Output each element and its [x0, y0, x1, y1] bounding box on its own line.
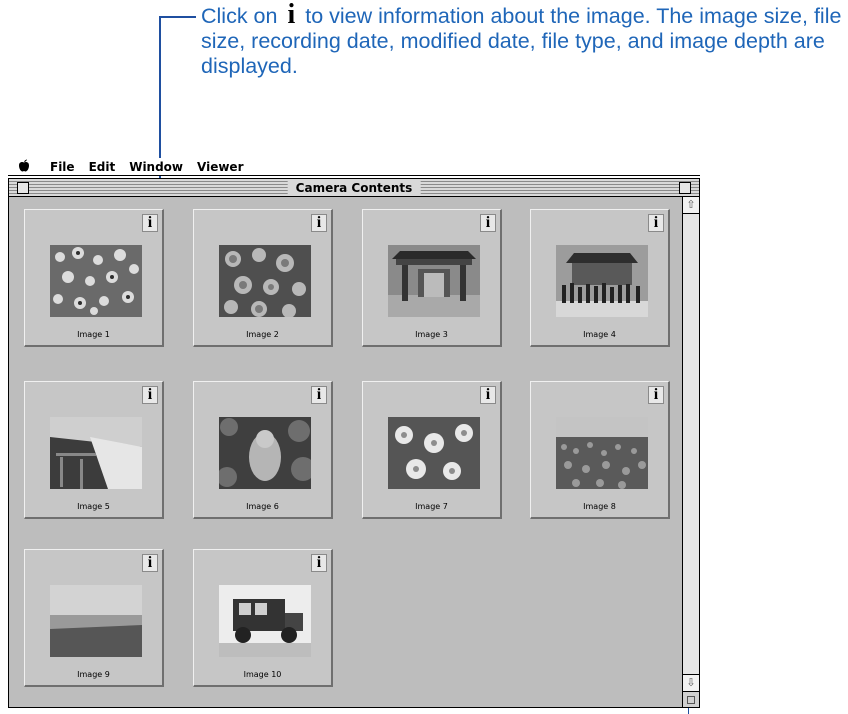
- resize-icon[interactable]: [683, 691, 699, 707]
- thumbnail-tile[interactable]: i Image 3: [362, 209, 502, 347]
- photo-thumbnail-crowd[interactable]: [556, 245, 648, 317]
- menu-bar: File Edit Window Viewer: [8, 158, 700, 176]
- photo-thumbnail-seaside[interactable]: [50, 585, 142, 657]
- thumbnail-tile[interactable]: i Image 1: [24, 209, 164, 347]
- photo-thumbnail-flowers[interactable]: [219, 245, 311, 317]
- down-arrow-icon[interactable]: ⇩: [683, 674, 699, 691]
- image-label: Image 9: [77, 670, 110, 679]
- thumbnail-tile[interactable]: i Image 4: [530, 209, 670, 347]
- camera-contents-window: Camera Contents i Image 1 i Image 2 i Im…: [8, 178, 700, 708]
- photo-thumbnail-truck[interactable]: [219, 585, 311, 657]
- photo-thumbnail-flowers[interactable]: [50, 245, 142, 317]
- thumbnail-tile[interactable]: i Image 6: [193, 381, 333, 519]
- info-button[interactable]: i: [142, 386, 158, 404]
- zoom-box-icon[interactable]: [679, 182, 691, 194]
- info-callout: Click on i to view information about the i…: [201, 0, 846, 79]
- info-button[interactable]: i: [480, 386, 496, 404]
- title-bar[interactable]: Camera Contents: [9, 179, 699, 197]
- image-label: Image 2: [246, 330, 279, 339]
- image-label: Image 7: [415, 502, 448, 511]
- menu-file[interactable]: File: [50, 160, 75, 174]
- info-button[interactable]: i: [311, 386, 327, 404]
- info-button[interactable]: i: [480, 214, 496, 232]
- vertical-scrollbar[interactable]: ⇧ ⇩: [682, 197, 699, 707]
- apple-icon[interactable]: [12, 159, 36, 175]
- info-button[interactable]: i: [311, 554, 327, 572]
- thumbnail-tile[interactable]: i Image 8: [530, 381, 670, 519]
- info-button[interactable]: i: [142, 214, 158, 232]
- thumbnail-tile[interactable]: i Image 9: [24, 549, 164, 687]
- image-label: Image 8: [583, 502, 616, 511]
- image-label: Image 4: [583, 330, 616, 339]
- thumbnail-tile[interactable]: i Image 2: [193, 209, 333, 347]
- menu-viewer[interactable]: Viewer: [197, 160, 243, 174]
- photo-thumbnail-statue[interactable]: [219, 417, 311, 489]
- photo-thumbnail-daisies[interactable]: [388, 417, 480, 489]
- photo-thumbnail-shrine-gate[interactable]: [388, 245, 480, 317]
- info-icon: i: [287, 0, 296, 30]
- info-button[interactable]: i: [648, 214, 664, 232]
- menu-edit[interactable]: Edit: [89, 160, 116, 174]
- info-button[interactable]: i: [311, 214, 327, 232]
- image-label: Image 3: [415, 330, 448, 339]
- callout-text-after: to view information about the image. The…: [201, 4, 842, 78]
- image-label: Image 5: [77, 502, 110, 511]
- image-label: Image 10: [243, 670, 282, 679]
- info-button[interactable]: i: [648, 386, 664, 404]
- image-label: Image 1: [77, 330, 110, 339]
- photo-thumbnail-waterfall[interactable]: [50, 417, 142, 489]
- thumbnail-tile[interactable]: i Image 7: [362, 381, 502, 519]
- photo-thumbnail-flower-field[interactable]: [556, 417, 648, 489]
- image-label: Image 6: [246, 502, 279, 511]
- close-box-icon[interactable]: [17, 182, 29, 194]
- up-arrow-icon[interactable]: ⇧: [683, 197, 699, 214]
- callout-text-before: Click on: [201, 4, 278, 28]
- thumbnail-tile[interactable]: i Image 10: [193, 549, 333, 687]
- window-title: Camera Contents: [287, 180, 421, 196]
- callout-leader-line: [160, 16, 196, 18]
- menu-window[interactable]: Window: [129, 160, 183, 174]
- info-button[interactable]: i: [142, 554, 158, 572]
- thumbnail-tile[interactable]: i Image 5: [24, 381, 164, 519]
- thumbnail-grid: i Image 1 i Image 2 i Image 3 i Image 4 …: [9, 197, 681, 707]
